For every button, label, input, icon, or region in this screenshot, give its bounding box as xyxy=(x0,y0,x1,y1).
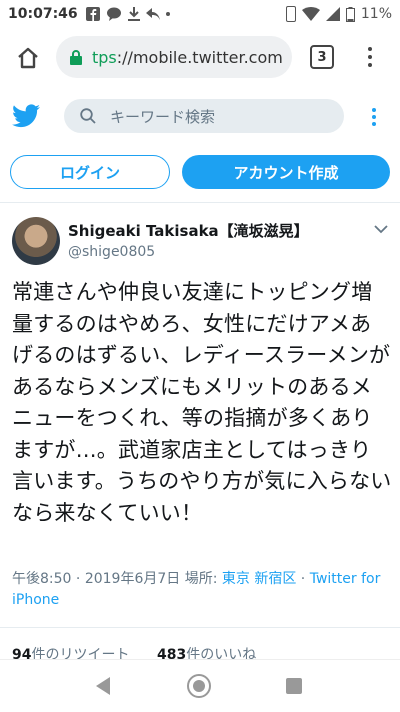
place-link[interactable]: 東京 新宿区 xyxy=(222,571,296,587)
search-icon xyxy=(80,108,96,124)
browser-toolbar: tps://mobile.twitter.com 3 xyxy=(0,28,400,86)
login-button[interactable]: ログイン xyxy=(10,155,170,189)
tweet-time: 午後8:50 xyxy=(12,571,72,587)
tweet-metadata: 午後8:50 · 2019年6月7日 場所: 東京 新宿区 · Twitter … xyxy=(12,571,381,608)
status-bar: 10:07:46 11% xyxy=(0,0,400,28)
back-icon[interactable] xyxy=(94,676,112,696)
recent-apps-button[interactable] xyxy=(286,678,302,694)
battery-icon xyxy=(345,6,355,22)
author-handle[interactable]: @shige0805 xyxy=(68,244,155,260)
dot-icon xyxy=(165,12,170,16)
url-text: tps://mobile.twitter.com xyxy=(92,48,283,67)
url-bar[interactable]: tps://mobile.twitter.com xyxy=(56,36,292,78)
place-label: 場所: xyxy=(184,571,218,587)
search-box[interactable]: キーワード検索 xyxy=(64,99,344,133)
avatar[interactable] xyxy=(12,217,60,265)
reply-icon xyxy=(145,8,160,20)
download-icon xyxy=(127,7,140,21)
twitter-header: キーワード検索 xyxy=(0,86,400,146)
home-button[interactable] xyxy=(12,42,44,74)
tab-switcher-button[interactable]: 3 xyxy=(310,45,334,69)
signup-button[interactable]: アカウント作成 xyxy=(182,155,390,189)
signal-icon xyxy=(325,7,340,21)
notification-icons xyxy=(85,7,170,21)
tweet-date: 2019年6月7日 xyxy=(84,571,181,587)
author-name[interactable]: Shigeaki Takisaka【滝坂滋晃】 xyxy=(68,220,309,241)
lock-icon xyxy=(70,49,82,65)
url-host: ://mobile.twitter.com xyxy=(116,47,283,67)
auth-bar: ログイン アカウント作成 xyxy=(0,146,400,203)
search-placeholder: キーワード検索 xyxy=(110,107,216,126)
phone-icon xyxy=(285,6,296,22)
tweet-text: 常連さんや仲良い友達にトッピング増量するのはやめろ、女性にだけアメあげるのはずる… xyxy=(12,280,392,525)
wifi-icon xyxy=(301,7,320,21)
facebook-icon xyxy=(85,7,100,21)
battery-level: 11% xyxy=(360,6,392,22)
url-scheme: tps xyxy=(92,47,117,67)
home-icon xyxy=(18,47,38,69)
system-nav-bar xyxy=(0,659,400,712)
twitter-logo-icon[interactable] xyxy=(12,104,40,128)
chat-icon xyxy=(106,7,121,21)
browser-menu-button[interactable] xyxy=(360,42,380,72)
chevron-down-icon[interactable] xyxy=(374,225,388,234)
status-time: 10:07:46 xyxy=(8,6,78,22)
nav-home-button[interactable] xyxy=(187,674,211,698)
system-icons: 11% xyxy=(285,0,392,28)
more-menu-button[interactable] xyxy=(366,102,382,132)
